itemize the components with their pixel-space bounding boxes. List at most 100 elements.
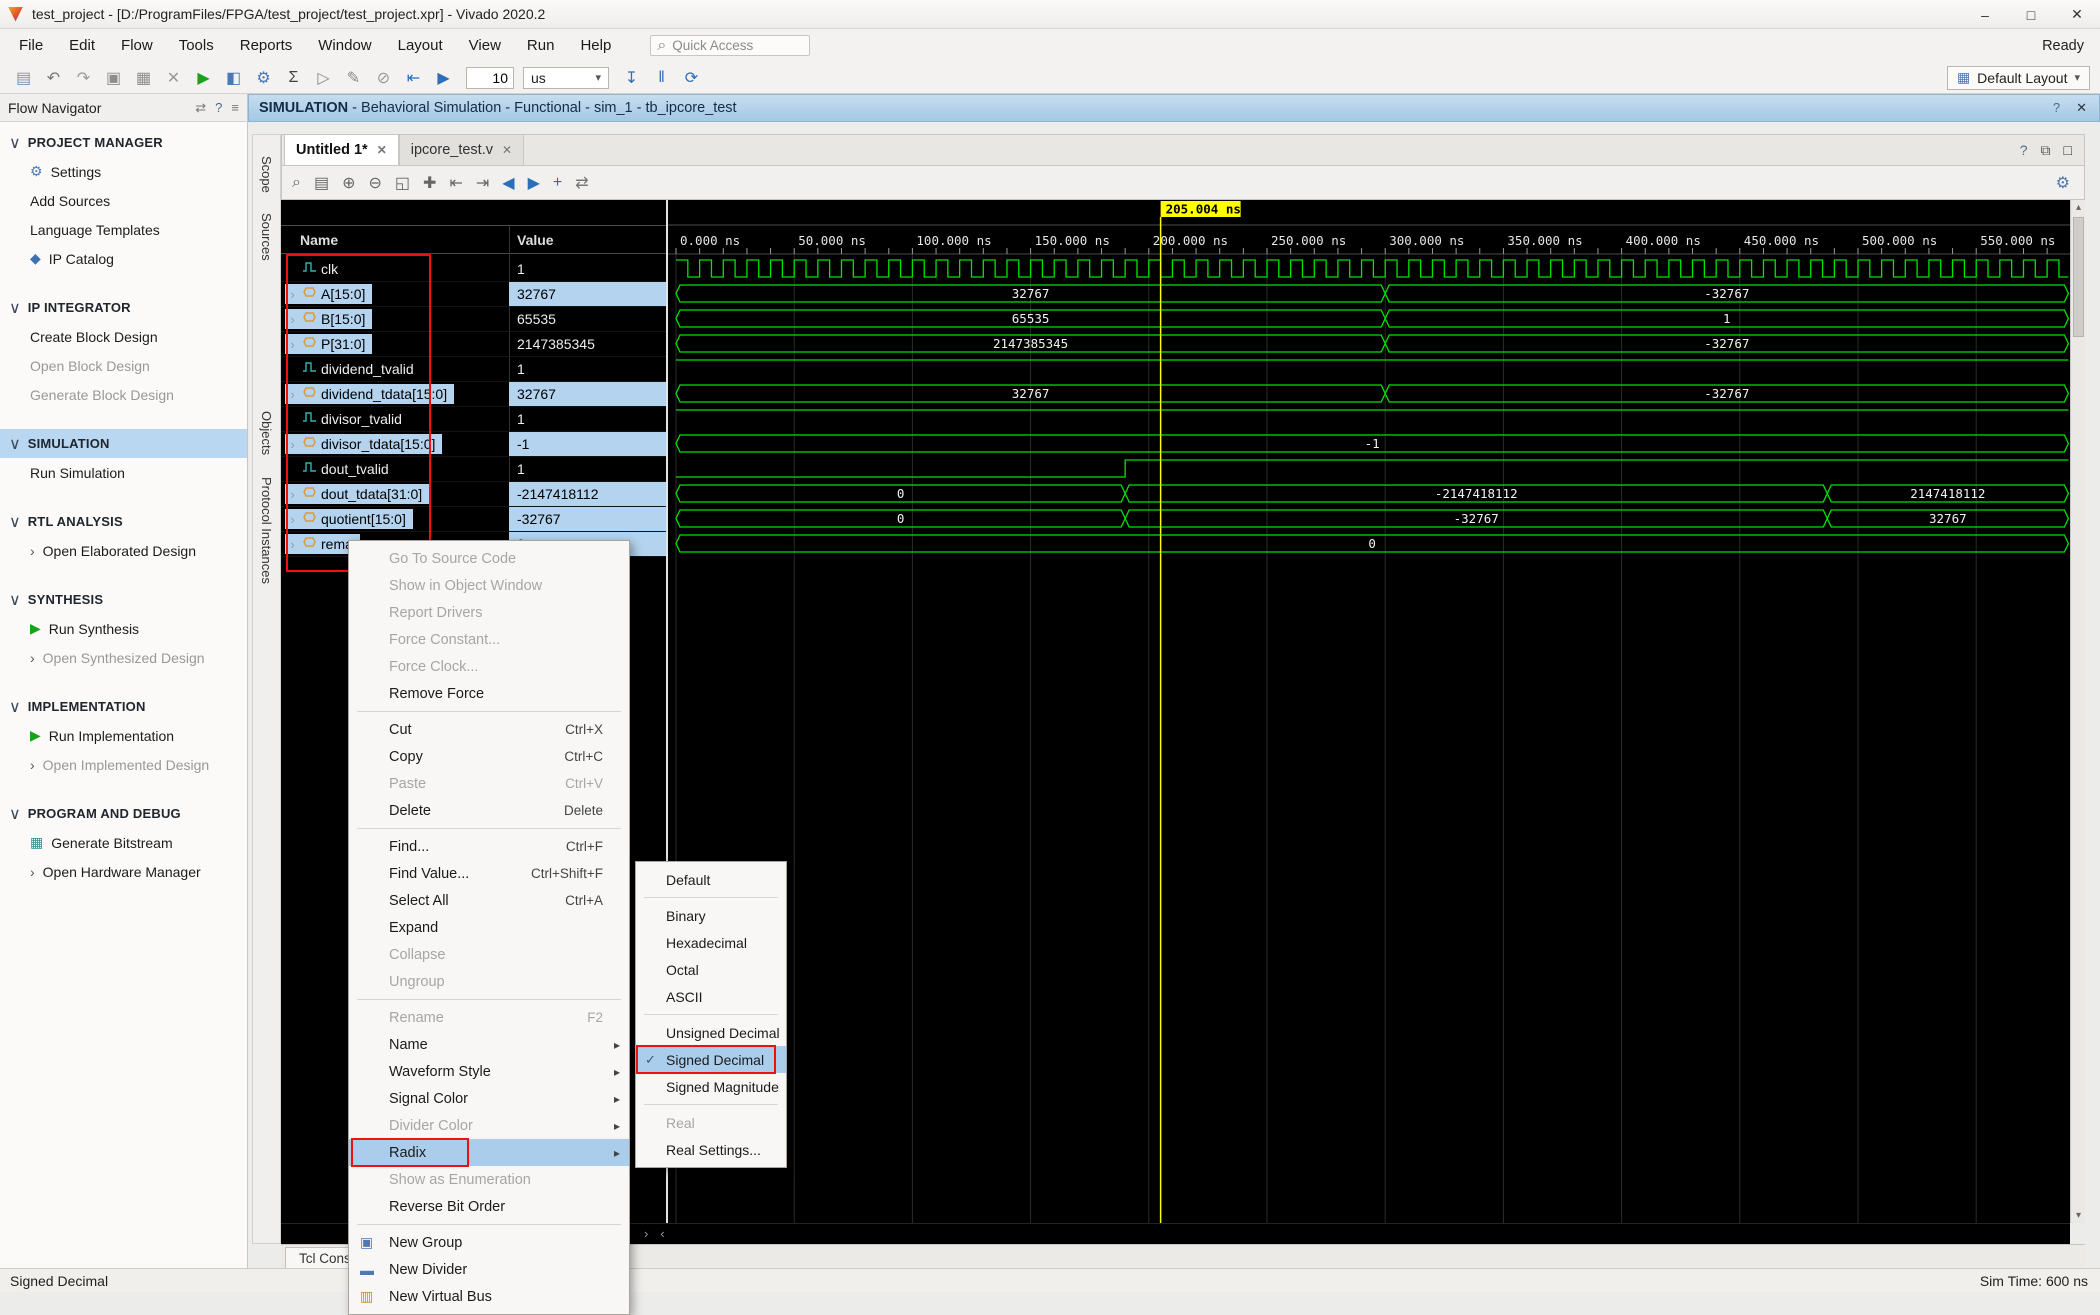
prev-transition-button[interactable]: ◀: [502, 173, 514, 193]
maximize-button[interactable]: □: [2008, 0, 2054, 29]
radix-hexadecimal[interactable]: Hexadecimal: [636, 929, 786, 956]
expand-panel-icon[interactable]: ›: [644, 1226, 648, 1241]
go-start-button[interactable]: ⇤: [449, 173, 462, 193]
context-select-all[interactable]: Select AllCtrl+A: [349, 887, 629, 914]
side-tab-protocol-instances[interactable]: Protocol Instances: [259, 472, 274, 589]
float-button[interactable]: ⧉: [2041, 142, 2051, 159]
menu-view[interactable]: View: [456, 29, 514, 62]
flow-section-simulation[interactable]: ∨SIMULATION: [0, 429, 247, 458]
scrollbar-thumb[interactable]: [2073, 217, 2084, 337]
paste-button[interactable]: ▦: [130, 65, 157, 91]
zoom-cursor-button[interactable]: ✚: [423, 173, 436, 193]
signal-name-cell[interactable]: divisor_tvalid: [281, 407, 509, 431]
context-force-constant[interactable]: Force Constant...: [349, 626, 629, 653]
context-show-in-object-window[interactable]: Show in Object Window: [349, 572, 629, 599]
signal-name-cell[interactable]: clk: [281, 257, 509, 281]
flow-section-implementation[interactable]: ∨IMPLEMENTATION: [0, 692, 247, 721]
context-new-group[interactable]: ▣New Group: [349, 1229, 629, 1256]
flow-item-add-sources[interactable]: Add Sources: [0, 186, 247, 215]
wave-settings-button[interactable]: ⚙: [2056, 173, 2070, 193]
zoom-in-button[interactable]: ⊕: [342, 173, 355, 193]
context-divider-color[interactable]: Divider Color▸: [349, 1112, 629, 1139]
signal-name-cell[interactable]: ›P[31:0]: [281, 332, 509, 356]
close-tab-icon[interactable]: ✕: [502, 143, 512, 157]
radix-default[interactable]: Default: [636, 866, 786, 893]
hollow-play-button[interactable]: ▷: [310, 65, 337, 91]
expand-icon[interactable]: ›: [287, 437, 298, 452]
side-tab-sources[interactable]: Sources: [259, 208, 274, 266]
flow-item-open-block-design[interactable]: Open Block Design: [0, 351, 247, 380]
context-find[interactable]: Find...Ctrl+F: [349, 833, 629, 860]
context-paste[interactable]: PasteCtrl+V: [349, 770, 629, 797]
side-tab-objects[interactable]: Objects: [259, 406, 274, 460]
waveform-canvas[interactable]: 0.000 ns50.000 ns100.000 ns150.000 ns200…: [666, 200, 2070, 1223]
zoom-fit-button[interactable]: ◱: [395, 173, 410, 193]
signal-name-cell[interactable]: ›dout_tdata[31:0]: [281, 482, 509, 506]
context-report-drivers[interactable]: Report Drivers: [349, 599, 629, 626]
context-force-clock[interactable]: Force Clock...: [349, 653, 629, 680]
radix-ascii[interactable]: ASCII: [636, 983, 786, 1010]
signal-row-divisor-tdata-15-0[interactable]: ›divisor_tdata[15:0]-1: [281, 432, 666, 457]
flow-item-language-templates[interactable]: Language Templates: [0, 215, 247, 244]
context-radix[interactable]: Radix▸: [349, 1139, 629, 1166]
edit-button[interactable]: ✎: [340, 65, 367, 91]
flow-item-open-hardware-manager[interactable]: ›Open Hardware Manager: [0, 857, 247, 886]
flow-section-project-manager[interactable]: ∨PROJECT MANAGER: [0, 128, 247, 157]
menu-flow[interactable]: Flow: [108, 29, 166, 62]
context-ungroup[interactable]: Ungroup: [349, 968, 629, 995]
signal-row-p-31-0[interactable]: ›P[31:0]2147385345: [281, 332, 666, 357]
context-cut[interactable]: CutCtrl+X: [349, 716, 629, 743]
context-name[interactable]: Name▸: [349, 1031, 629, 1058]
flow-item-open-implemented-design[interactable]: ›Open Implemented Design: [0, 750, 247, 779]
save-button[interactable]: ▤: [314, 173, 329, 193]
radix-real[interactable]: Real: [636, 1109, 786, 1136]
radix-real-settings[interactable]: Real Settings...: [636, 1136, 786, 1163]
flow-item-settings[interactable]: ⚙Settings: [0, 157, 247, 186]
menu-reports[interactable]: Reports: [227, 29, 306, 62]
menu-window[interactable]: Window: [305, 29, 384, 62]
radix-signed-decimal[interactable]: ✓Signed Decimal: [636, 1046, 786, 1073]
menu-help[interactable]: Help: [567, 29, 624, 62]
find-button[interactable]: ⌕: [292, 174, 301, 192]
context-collapse[interactable]: Collapse: [349, 941, 629, 968]
signal-row-divisor-tvalid[interactable]: divisor_tvalid1: [281, 407, 666, 432]
context-copy[interactable]: CopyCtrl+C: [349, 743, 629, 770]
expand-icon[interactable]: ›: [287, 387, 298, 402]
context-remove-force[interactable]: Remove Force: [349, 680, 629, 707]
step-button[interactable]: ↧: [618, 65, 645, 91]
no-button[interactable]: ⊘: [370, 65, 397, 91]
add-button[interactable]: +: [553, 174, 562, 192]
close-button[interactable]: ✕: [2054, 0, 2100, 29]
signal-name-cell[interactable]: ›dividend_tdata[15:0]: [281, 382, 509, 406]
delete-button[interactable]: ✕: [160, 65, 187, 91]
flow-item-ip-catalog[interactable]: ◆IP Catalog: [0, 244, 247, 273]
context-show-as-enumeration[interactable]: Show as Enumeration: [349, 1166, 629, 1193]
menu-tools[interactable]: Tools: [166, 29, 227, 62]
sum-button[interactable]: Σ: [280, 65, 307, 91]
flow-item-generate-block-design[interactable]: Generate Block Design: [0, 380, 247, 409]
minimize-button[interactable]: –: [1962, 0, 2008, 29]
flow-section-program-and-debug[interactable]: ∨PROGRAM AND DEBUG: [0, 799, 247, 828]
context-find-value[interactable]: Find Value...Ctrl+Shift+F: [349, 860, 629, 887]
expand-icon[interactable]: ›: [287, 512, 298, 527]
open-button[interactable]: ▤: [10, 65, 37, 91]
menu-run[interactable]: Run: [514, 29, 568, 62]
scroll-down-icon[interactable]: ▾: [2071, 1208, 2086, 1223]
run-all-button[interactable]: ▶: [430, 65, 457, 91]
signal-row-dout-tvalid[interactable]: dout_tvalid1: [281, 457, 666, 482]
expand-icon[interactable]: ›: [287, 287, 298, 302]
pause-button[interactable]: ‖: [648, 65, 675, 91]
help-button[interactable]: ?: [2053, 100, 2060, 116]
side-tab-scope[interactable]: Scope: [259, 151, 274, 198]
context-go-to-source-code[interactable]: Go To Source Code: [349, 545, 629, 572]
flow-item-create-block-design[interactable]: Create Block Design: [0, 322, 247, 351]
context-rename[interactable]: RenameF2: [349, 1004, 629, 1031]
signal-row-quotient-15-0[interactable]: ›quotient[15:0]-32767: [281, 507, 666, 532]
menu-edit[interactable]: Edit: [56, 29, 108, 62]
relaunch-button[interactable]: ⟳: [678, 65, 705, 91]
redo-button[interactable]: ↷: [70, 65, 97, 91]
flow-section-ip-integrator[interactable]: ∨IP INTEGRATOR: [0, 293, 247, 322]
zoom-out-button[interactable]: ⊖: [369, 173, 382, 193]
expand-icon[interactable]: ›: [287, 537, 298, 552]
radix-octal[interactable]: Octal: [636, 956, 786, 983]
